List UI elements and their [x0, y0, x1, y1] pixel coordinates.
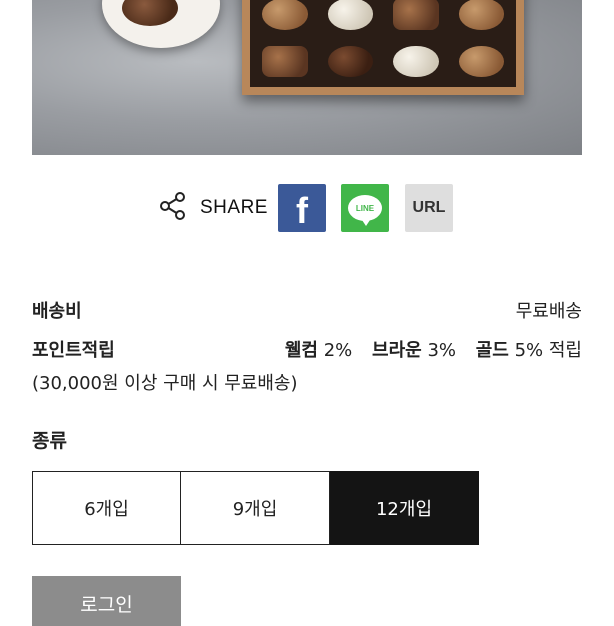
line-icon: LINE: [348, 195, 382, 226]
truffle: [327, 0, 373, 30]
truffle: [393, 0, 439, 30]
points-label: 포인트적립: [32, 340, 115, 361]
line-share-button[interactable]: LINE: [341, 184, 389, 232]
option-9[interactable]: 9개입: [181, 471, 330, 545]
line-icon-text: LINE: [355, 203, 375, 213]
login-button[interactable]: 로그인: [32, 576, 181, 626]
tier-welcome-name: 웰컴: [284, 340, 318, 361]
truffle: [393, 45, 439, 77]
facebook-icon: f: [296, 190, 308, 231]
tier-brown-name: 브라운: [372, 340, 422, 361]
url-copy-button[interactable]: URL: [405, 184, 453, 232]
points-tiers: 웰컴 2% 브라운 3% 골드 5% 적립: [285, 336, 582, 362]
tier-gold-rate: 5% 적립: [514, 340, 582, 361]
truffle: [262, 45, 308, 77]
product-image: [32, 0, 582, 155]
truffle: [458, 45, 504, 77]
share-row[interactable]: SHARE: [158, 184, 268, 232]
option-12[interactable]: 12개입: [330, 471, 479, 545]
shipping-value: 무료배송: [515, 301, 582, 322]
truffle: [262, 0, 308, 30]
truffle: [458, 0, 504, 30]
tier-brown-rate: 3%: [427, 340, 456, 361]
chocolate-grid: [250, 0, 516, 87]
shipping-label: 배송비: [32, 301, 82, 322]
option-6[interactable]: 6개입: [32, 471, 181, 545]
share-icon[interactable]: [158, 191, 188, 225]
chocolate-box: [242, 0, 524, 95]
points-note: (30,000원 이상 구매 시 무료배송): [32, 373, 298, 394]
type-options: 6개입 9개입 12개입: [32, 471, 479, 545]
tier-gold-name: 골드: [475, 340, 509, 361]
truffle: [327, 45, 373, 77]
tier-welcome-rate: 2%: [323, 340, 353, 361]
url-icon: URL: [412, 199, 446, 216]
facebook-share-button[interactable]: f: [278, 184, 326, 232]
share-label: SHARE: [200, 197, 268, 218]
type-label: 종류: [32, 430, 67, 452]
